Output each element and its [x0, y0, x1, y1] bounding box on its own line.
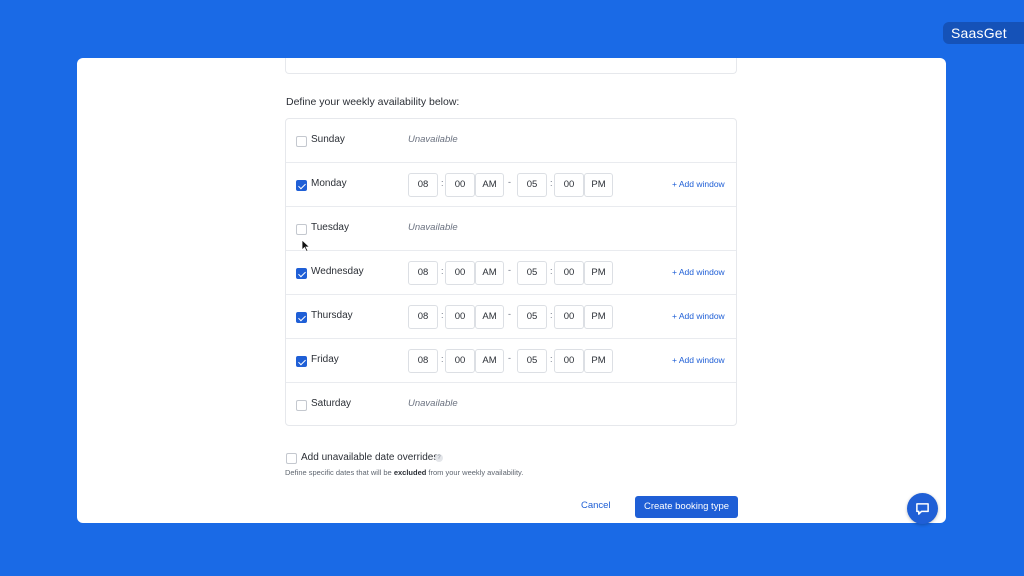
- range-separator: -: [508, 177, 511, 187]
- overrides-desc-prefix: Define specific dates that will be: [285, 468, 394, 477]
- end-minute-input[interactable]: 00: [554, 261, 584, 285]
- overrides-label[interactable]: Add unavailable date overrides: [301, 452, 438, 463]
- start-minute-input[interactable]: 00: [445, 173, 475, 197]
- weekly-availability-list: Sunday Unavailable Monday 08 : 00 AM - 0…: [285, 118, 737, 426]
- time-separator: :: [550, 354, 553, 364]
- overrides-checkbox[interactable]: [286, 453, 297, 464]
- add-window-link[interactable]: + Add window: [672, 355, 725, 365]
- start-minute-input[interactable]: 00: [445, 305, 475, 329]
- end-ampm-select[interactable]: PM: [584, 261, 613, 285]
- brand-logo: SaasGet: [943, 22, 1024, 44]
- time-separator: :: [441, 266, 444, 276]
- unavailable-text: Unavailable: [408, 398, 458, 409]
- start-ampm-select[interactable]: AM: [475, 305, 504, 329]
- end-ampm-select[interactable]: PM: [584, 305, 613, 329]
- chat-button[interactable]: [907, 493, 938, 524]
- day-label: Monday: [311, 178, 347, 189]
- end-ampm-select[interactable]: PM: [584, 349, 613, 373]
- day-label: Tuesday: [311, 222, 349, 233]
- end-minute-input[interactable]: 00: [554, 173, 584, 197]
- end-minute-input[interactable]: 00: [554, 305, 584, 329]
- start-ampm-select[interactable]: AM: [475, 349, 504, 373]
- create-booking-type-button[interactable]: Create booking type: [635, 496, 738, 518]
- day-row-saturday: Saturday Unavailable: [286, 383, 736, 427]
- time-separator: :: [441, 310, 444, 320]
- availability-title: Define your weekly availability below:: [286, 96, 460, 108]
- day-row-friday: Friday 08 : 00 AM - 05 : 00 PM + Add win…: [286, 339, 736, 383]
- day-label: Saturday: [311, 398, 352, 409]
- add-window-link[interactable]: + Add window: [672, 311, 725, 321]
- previous-section-card: [285, 58, 737, 74]
- start-hour-input[interactable]: 08: [408, 305, 438, 329]
- day-row-tuesday: Tuesday Unavailable: [286, 207, 736, 251]
- start-ampm-select[interactable]: AM: [475, 261, 504, 285]
- day-row-sunday: Sunday Unavailable: [286, 119, 736, 163]
- unavailable-text: Unavailable: [408, 134, 458, 145]
- chat-bubble-icon: [916, 503, 929, 515]
- tuesday-checkbox[interactable]: [296, 224, 307, 235]
- day-label: Wednesday: [311, 266, 364, 277]
- start-hour-input[interactable]: 08: [408, 173, 438, 197]
- day-row-wednesday: Wednesday 08 : 00 AM - 05 : 00 PM + Add …: [286, 251, 736, 295]
- start-hour-input[interactable]: 08: [408, 349, 438, 373]
- wednesday-checkbox[interactable]: [296, 268, 307, 279]
- add-window-link[interactable]: + Add window: [672, 179, 725, 189]
- time-separator: :: [441, 354, 444, 364]
- sunday-checkbox[interactable]: [296, 136, 307, 147]
- start-ampm-select[interactable]: AM: [475, 173, 504, 197]
- overrides-desc-bold: excluded: [393, 468, 427, 477]
- end-ampm-select[interactable]: PM: [584, 173, 613, 197]
- saturday-checkbox[interactable]: [296, 400, 307, 411]
- start-minute-input[interactable]: 00: [445, 349, 475, 373]
- end-minute-input[interactable]: 00: [554, 349, 584, 373]
- add-window-link[interactable]: + Add window: [672, 267, 725, 277]
- range-separator: -: [508, 309, 511, 319]
- cancel-button[interactable]: Cancel: [581, 500, 611, 511]
- time-separator: :: [550, 266, 553, 276]
- day-row-monday: Monday 08 : 00 AM - 05 : 00 PM + Add win…: [286, 163, 736, 207]
- day-row-thursday: Thursday 08 : 00 AM - 05 : 00 PM + Add w…: [286, 295, 736, 339]
- thursday-checkbox[interactable]: [296, 312, 307, 323]
- day-label: Thursday: [311, 310, 353, 321]
- info-icon[interactable]: ?: [435, 454, 443, 462]
- end-hour-input[interactable]: 05: [517, 261, 547, 285]
- overrides-description: Define specific dates that will be exclu…: [285, 468, 523, 477]
- end-hour-input[interactable]: 05: [517, 349, 547, 373]
- range-separator: -: [508, 265, 511, 275]
- day-label: Friday: [311, 354, 339, 365]
- end-hour-input[interactable]: 05: [517, 305, 547, 329]
- day-label: Sunday: [311, 134, 345, 145]
- unavailable-text: Unavailable: [408, 222, 458, 233]
- range-separator: -: [508, 353, 511, 363]
- time-separator: :: [550, 310, 553, 320]
- time-separator: :: [441, 178, 444, 188]
- end-hour-input[interactable]: 05: [517, 173, 547, 197]
- start-hour-input[interactable]: 08: [408, 261, 438, 285]
- overrides-desc-suffix: from your weekly availability.: [426, 468, 524, 477]
- mouse-pointer-icon: [301, 239, 311, 253]
- friday-checkbox[interactable]: [296, 356, 307, 367]
- booking-modal: Define your weekly availability below: S…: [77, 58, 946, 523]
- date-overrides-section: Add unavailable date overrides ? Define …: [285, 452, 705, 482]
- time-separator: :: [550, 178, 553, 188]
- monday-checkbox[interactable]: [296, 180, 307, 191]
- start-minute-input[interactable]: 00: [445, 261, 475, 285]
